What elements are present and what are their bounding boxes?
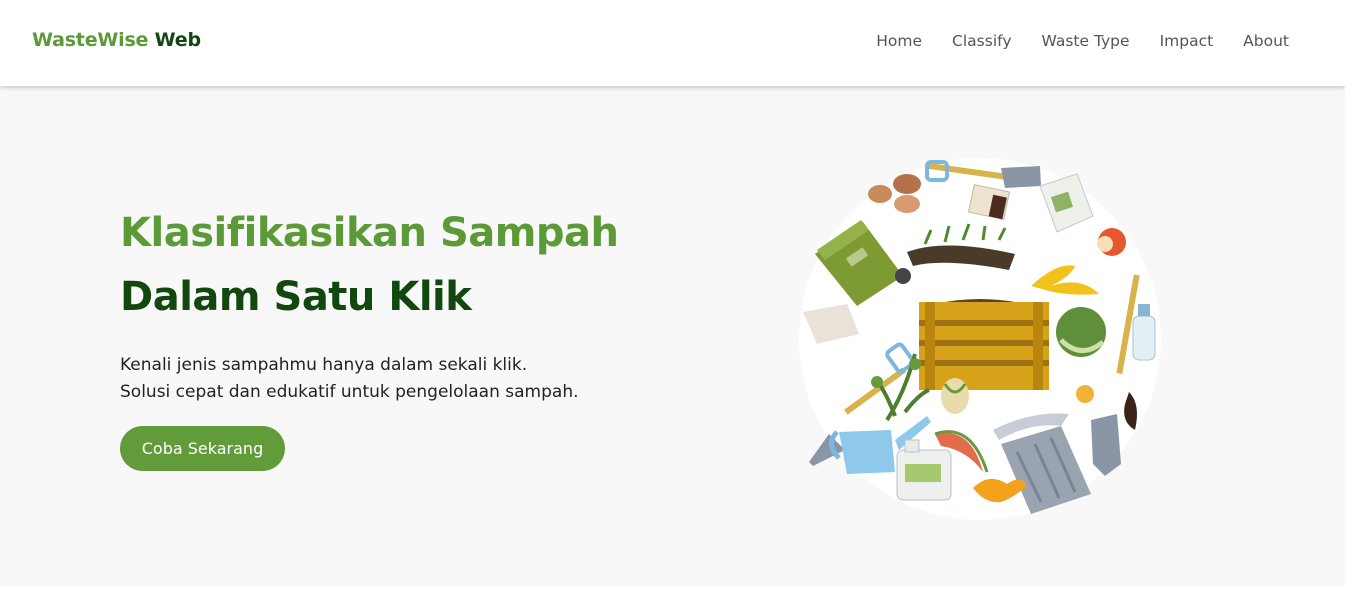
hero-description-line1: Kenali jenis sampahmu hanya dalam sekali… xyxy=(120,355,528,375)
brand-name-part1: WasteWise xyxy=(32,29,149,51)
nav-link-waste-type[interactable]: Waste Type xyxy=(1042,32,1130,50)
navbar: WasteWise Web Home Classify Waste Type I… xyxy=(0,0,1345,86)
cabbage-icon xyxy=(1056,307,1106,357)
cta-button[interactable]: Coba Sekarang xyxy=(120,426,285,471)
waste-illustration xyxy=(799,158,1161,520)
compost-crate-icon xyxy=(919,299,1049,390)
nav-link-home[interactable]: Home xyxy=(876,32,922,50)
apple-core-small-icon xyxy=(941,378,969,414)
nav-link-about[interactable]: About xyxy=(1243,32,1289,50)
brand-name-part2: Web xyxy=(154,29,201,51)
hero-description-line2: Solusi cepat dan edukatif untuk pengelol… xyxy=(120,382,579,402)
brand-logo[interactable]: WasteWise Web xyxy=(32,29,201,51)
nav-link-classify[interactable]: Classify xyxy=(952,32,1011,50)
hero-title-line1: Klasifikasikan Sampah xyxy=(120,210,619,256)
nav-links: Home Classify Waste Type Impact About xyxy=(876,32,1289,50)
hero-section: Klasifikasikan Sampah Dalam Satu Klik Ke… xyxy=(0,86,1345,586)
hero-description: Kenali jenis sampahmu hanya dalam sekali… xyxy=(120,352,579,406)
nav-link-impact[interactable]: Impact xyxy=(1160,32,1214,50)
hero-title-line2: Dalam Satu Klik xyxy=(120,274,472,320)
